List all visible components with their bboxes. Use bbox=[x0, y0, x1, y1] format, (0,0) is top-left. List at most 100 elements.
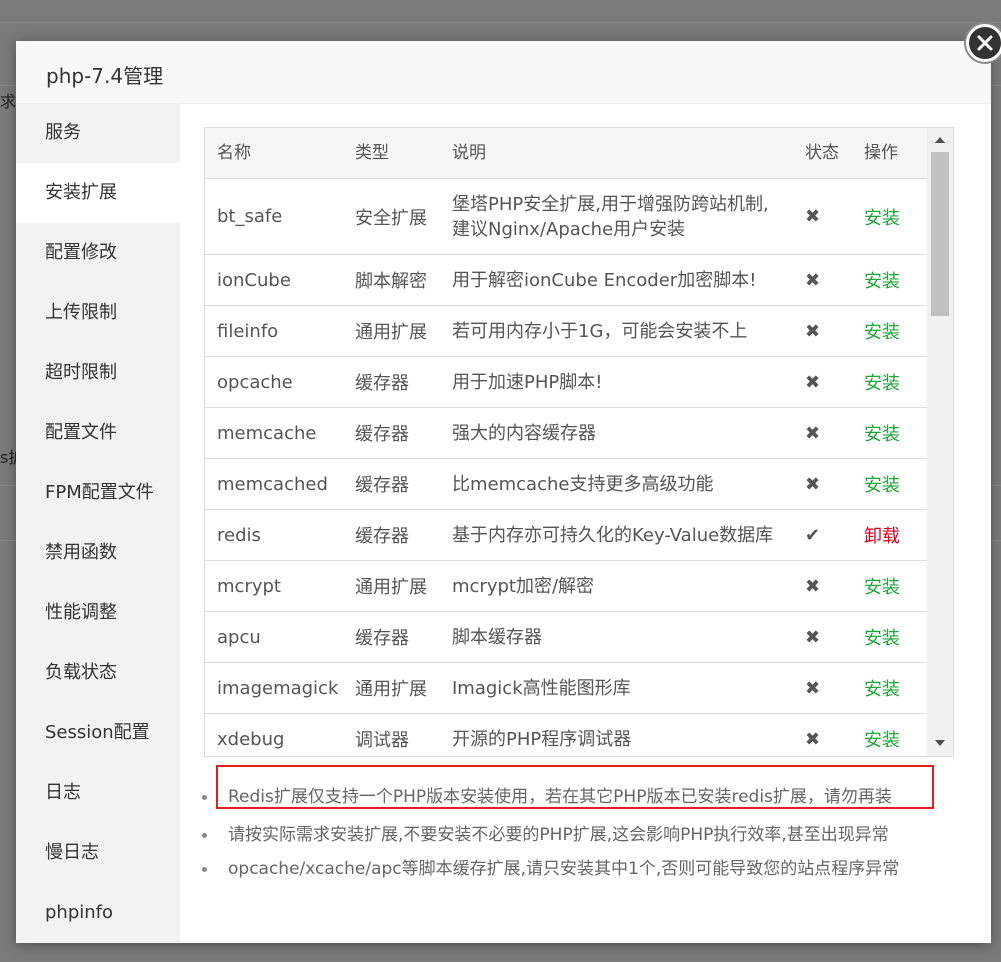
sidebar-item-load-status[interactable]: 负载状态 bbox=[16, 643, 180, 703]
table-row: xdebug 调试器 开源的PHP程序调试器 ✖ 安装 bbox=[205, 714, 927, 756]
cross-icon: ✖ bbox=[805, 626, 821, 648]
extension-description: Imagick高性能图形库 bbox=[452, 677, 631, 699]
extension-type: 缓存器 bbox=[355, 475, 409, 496]
extension-name: mcrypt bbox=[217, 575, 281, 597]
sidebar-item-install-extensions[interactable]: 安装扩展 bbox=[16, 163, 180, 223]
install-button[interactable]: 安装 bbox=[864, 306, 900, 356]
extension-name: opcache bbox=[217, 371, 293, 393]
extension-description: 开源的PHP程序调试器 bbox=[452, 728, 632, 750]
modal-header: php-7.4管理 bbox=[16, 41, 991, 104]
sidebar-item-timeout-limit[interactable]: 超时限制 bbox=[16, 343, 180, 403]
install-button[interactable]: 安装 bbox=[864, 714, 900, 756]
extension-description: 脚本缓存器 bbox=[452, 626, 542, 648]
extension-description: 强大的内容缓存器 bbox=[452, 422, 596, 444]
table-row: redis 缓存器 基于内存亦可持久化的Key-Value数据库 ✔ 卸载 bbox=[205, 510, 927, 561]
table-row: bt_safe 安全扩展 堡塔PHP安全扩展,用于增强防跨站机制, 建议Nginx/… bbox=[205, 179, 927, 255]
extension-type: 缓存器 bbox=[355, 373, 409, 394]
extension-type: 缓存器 bbox=[355, 628, 409, 649]
bullet-icon bbox=[202, 833, 207, 838]
table-header: 名称 类型 说明 状态 操作 bbox=[205, 128, 927, 179]
close-icon bbox=[977, 35, 993, 51]
extension-description: mcrypt加密/解密 bbox=[452, 575, 595, 597]
extension-name: ionCube bbox=[217, 269, 291, 291]
install-button[interactable]: 安装 bbox=[864, 459, 900, 509]
cross-icon: ✖ bbox=[805, 371, 821, 393]
extension-name: imagemagick bbox=[217, 677, 339, 699]
sidebar-item-phpinfo[interactable]: phpinfo bbox=[16, 883, 180, 943]
install-button[interactable]: 安装 bbox=[864, 408, 900, 458]
cross-icon: ✖ bbox=[805, 269, 821, 291]
cross-icon: ✖ bbox=[805, 422, 821, 444]
extension-type: 脚本解密 bbox=[355, 271, 427, 292]
extensions-table: 名称 类型 说明 状态 操作 bt_safe 安全扩展 堡塔PHP安全扩展,用于增强… bbox=[204, 127, 954, 757]
table-row: apcu 缓存器 脚本缓存器 ✖ 安装 bbox=[205, 612, 927, 663]
list-item: opcache/xcache/apc等脚本缓存扩展,请只安装其中1个,否则可能导… bbox=[202, 853, 962, 885]
cross-icon: ✖ bbox=[805, 728, 821, 750]
extension-description: 若可用内存小于1G，可能会安装不上 bbox=[452, 320, 748, 342]
column-header-type: 类型 bbox=[355, 143, 389, 163]
bullet-icon bbox=[202, 867, 207, 872]
install-button[interactable]: 安装 bbox=[864, 357, 900, 407]
sidebar-item-service[interactable]: 服务 bbox=[16, 103, 180, 163]
extension-type: 缓存器 bbox=[355, 526, 409, 547]
extension-description: 用于解密ionCube Encoder加密脚本! bbox=[452, 269, 757, 291]
extension-type: 安全扩展 bbox=[355, 207, 427, 229]
extension-name: bt_safe bbox=[217, 206, 283, 227]
sidebar-item-session-config[interactable]: Session配置 bbox=[16, 703, 180, 763]
note-text: 请按实际需求安装扩展,不要安装不必要的PHP扩展,这会影响PHP执行效率,甚至出… bbox=[228, 825, 889, 845]
sidebar-item-upload-limit[interactable]: 上传限制 bbox=[16, 283, 180, 343]
uninstall-button[interactable]: 卸载 bbox=[864, 510, 900, 560]
extension-description: 堡塔PHP安全扩展,用于增强防跨站机制, 建议Nginx/Apache用户安装 bbox=[452, 193, 769, 240]
install-button[interactable]: 安装 bbox=[864, 179, 900, 254]
table-scrollbar[interactable] bbox=[927, 128, 953, 756]
table-row: imagemagick 通用扩展 Imagick高性能图形库 ✖ 安装 bbox=[205, 663, 927, 714]
extension-name: xdebug bbox=[217, 728, 285, 750]
column-header-desc: 说明 bbox=[452, 143, 486, 163]
extension-name: apcu bbox=[217, 626, 261, 648]
cross-icon: ✖ bbox=[805, 320, 821, 342]
sidebar-item-config-file[interactable]: 配置文件 bbox=[16, 403, 180, 463]
table-row: memcached 缓存器 比memcache支持更多高级功能 ✖ 安装 bbox=[205, 459, 927, 510]
column-header-name: 名称 bbox=[217, 143, 251, 163]
sidebar-item-performance[interactable]: 性能调整 bbox=[16, 583, 180, 643]
sidebar-item-slow-log[interactable]: 慢日志 bbox=[16, 823, 180, 883]
sidebar-item-fpm-config[interactable]: FPM配置文件 bbox=[16, 463, 180, 523]
cross-icon: ✖ bbox=[805, 677, 821, 699]
bullet-icon bbox=[202, 795, 207, 800]
extension-description: 用于加速PHP脚本! bbox=[452, 371, 603, 393]
sidebar-item-config-edit[interactable]: 配置修改 bbox=[16, 223, 180, 283]
cross-icon: ✖ bbox=[805, 473, 821, 495]
table-row: fileinfo 通用扩展 若可用内存小于1G，可能会安装不上 ✖ 安装 bbox=[205, 306, 927, 357]
extension-type: 通用扩展 bbox=[355, 577, 427, 598]
column-header-action: 操作 bbox=[864, 143, 898, 163]
extension-type: 通用扩展 bbox=[355, 679, 427, 700]
cross-icon: ✖ bbox=[805, 206, 821, 227]
scroll-thumb[interactable] bbox=[931, 152, 949, 316]
extension-type: 通用扩展 bbox=[355, 322, 427, 343]
background-divider bbox=[0, 22, 1001, 23]
extension-name: fileinfo bbox=[217, 320, 279, 342]
sidebar-item-disabled-functions[interactable]: 禁用函数 bbox=[16, 523, 180, 583]
install-button[interactable]: 安装 bbox=[864, 663, 900, 713]
extension-description: 基于内存亦可持久化的Key-Value数据库 bbox=[452, 524, 774, 546]
close-button[interactable] bbox=[966, 24, 1001, 62]
sidebar: 服务 安装扩展 配置修改 上传限制 超时限制 配置文件 FPM配置文件 禁用函数… bbox=[16, 103, 180, 943]
extension-name: memcached bbox=[217, 473, 328, 495]
table-row: opcache 缓存器 用于加速PHP脚本! ✖ 安装 bbox=[205, 357, 927, 408]
extension-name: redis bbox=[217, 524, 261, 546]
extension-description: 比memcache支持更多高级功能 bbox=[452, 473, 714, 495]
extension-name: memcache bbox=[217, 422, 317, 444]
redis-warning-highlight bbox=[216, 765, 934, 809]
table-row: memcache 缓存器 强大的内容缓存器 ✖ 安装 bbox=[205, 408, 927, 459]
check-icon: ✔ bbox=[805, 524, 821, 546]
extension-type: 调试器 bbox=[355, 730, 409, 751]
install-button[interactable]: 安装 bbox=[864, 612, 900, 662]
table-row: mcrypt 通用扩展 mcrypt加密/解密 ✖ 安装 bbox=[205, 561, 927, 612]
scroll-down-icon[interactable] bbox=[935, 740, 945, 746]
install-button[interactable]: 安装 bbox=[864, 255, 900, 305]
scroll-up-icon[interactable] bbox=[935, 137, 945, 143]
sidebar-item-log[interactable]: 日志 bbox=[16, 763, 180, 823]
note-text: opcache/xcache/apc等脚本缓存扩展,请只安装其中1个,否则可能导… bbox=[228, 859, 900, 879]
extension-type: 缓存器 bbox=[355, 424, 409, 445]
install-button[interactable]: 安装 bbox=[864, 561, 900, 611]
